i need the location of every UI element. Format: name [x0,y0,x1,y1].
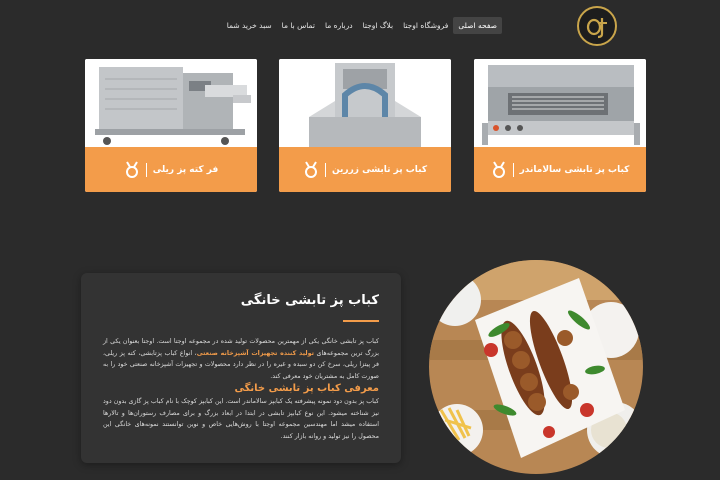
product-card-salamander[interactable]: کباب پز تابشی سالاماندر [474,59,646,192]
kebab-platter-image [429,260,643,474]
menu-item-home[interactable]: صفحه اصلی [453,17,502,34]
product-label-bar: کباب پز تابشی سالاماندر [474,147,646,192]
menu-item-contact[interactable]: تماس با ما [277,17,320,34]
intro-paragraph: کباب پز تابشی خانگی یکی از مهمترین محصول… [103,336,379,382]
salamander-grill-image [474,59,646,147]
section-title: کباب پز تابشی خانگی [240,293,379,308]
zarrin-grill-image [279,59,451,147]
divider [324,162,326,177]
divider [512,162,514,177]
title-underline [343,320,379,322]
medal-icon [492,160,505,178]
kebab-platter-illustration [429,260,643,474]
product-title: کباب پز تابشی زررین [331,164,428,175]
product-label-bar: کباب پز تابشی زررین [279,147,451,192]
section-subtitle: معرفی کباب پز تابشی خانگی [234,383,379,394]
menu-item-shop[interactable]: فروشگاه اوجتا [398,17,453,34]
product-title: کباب پز تابشی سالاماندر [519,164,630,175]
top-navigation: صفحه اصلی فروشگاه اوجتا بلاگ اوجتا دربار… [0,0,720,56]
description-paragraph: کباب پز بدون دود نمونه پیشرفته یک کبابپز… [103,398,379,440]
product-label-bar: فر کته پز ریلی [85,147,257,192]
menu-item-about[interactable]: درباره ما [320,17,358,34]
menu-item-blog[interactable]: بلاگ اوجتا [358,17,399,34]
main-menu: صفحه اصلی فروشگاه اوجتا بلاگ اوجتا دربار… [222,17,502,34]
menu-item-cart[interactable]: سبد خرید شما [222,17,277,34]
medal-icon [125,160,138,178]
rail-oven-image [85,59,257,147]
medal-icon [304,160,317,178]
product-card-zarrin[interactable]: کباب پز تابشی زررین [279,59,451,192]
product-title: فر کته پز ریلی [152,164,219,175]
brand-logo-icon [586,18,607,39]
product-card-rail-oven[interactable]: فر کته پز ریلی [85,59,257,192]
divider [145,162,147,177]
about-product-panel: کباب پز تابشی خانگی کباب پز تابشی خانگی … [81,273,401,463]
industrial-kitchen-link[interactable]: تولید کننده تجهیزات آشپزخانه صنعتی [197,350,314,357]
brand-logo[interactable] [577,6,617,46]
